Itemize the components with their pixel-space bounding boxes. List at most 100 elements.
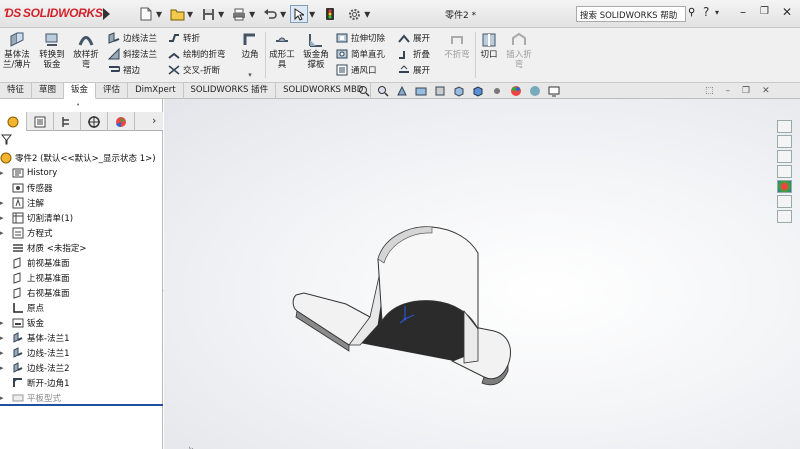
extruded-cut-button[interactable]: 拉伸切除 xyxy=(336,32,385,44)
undo-dropdown-icon[interactable]: ▾ xyxy=(280,7,286,21)
feature-manager-tab[interactable] xyxy=(0,112,27,131)
appearances-icon[interactable] xyxy=(777,180,792,193)
zoom-to-fit-icon[interactable] xyxy=(358,85,370,97)
expand-arrow-icon[interactable]: ▸ xyxy=(0,394,8,402)
file-explorer-icon[interactable] xyxy=(777,150,792,163)
no-bends-button[interactable]: 不折弯 xyxy=(440,32,474,60)
doc-close-icon[interactable]: ✕ xyxy=(762,86,770,96)
lofted-bend-button[interactable]: 放样折弯 xyxy=(71,32,101,70)
new-icon[interactable] xyxy=(137,5,155,23)
help-dropdown-icon[interactable]: ▾ xyxy=(715,8,719,17)
tree-item-top-plane[interactable]: 上视基准面 xyxy=(0,270,70,285)
expand-arrow-icon[interactable]: ▸ xyxy=(0,169,8,177)
expand-arrow-icon[interactable]: ▸ xyxy=(0,214,8,222)
expand-arrow-icon[interactable]: ▸ xyxy=(0,319,8,327)
doc-restore-icon[interactable]: ❐ xyxy=(742,86,750,96)
tab-features[interactable]: 特征 xyxy=(0,83,33,99)
filter-icon[interactable] xyxy=(0,134,13,148)
view-settings-icon[interactable] xyxy=(548,85,560,97)
tree-item-equations[interactable]: ▸ 方程式 xyxy=(0,225,53,240)
tree-item-edge-flange1[interactable]: ▸ 边线-法兰1 xyxy=(0,345,69,360)
simple-hole-button[interactable]: 简单直孔 xyxy=(336,48,385,60)
expand-arrow-icon[interactable]: ▸ xyxy=(0,199,8,207)
tree-item-origin[interactable]: 原点 xyxy=(0,300,44,315)
edit-appearance-icon[interactable] xyxy=(510,85,522,97)
hem-button[interactable]: 褶边 xyxy=(108,64,140,76)
save-icon[interactable] xyxy=(199,5,217,23)
flatten-button[interactable]: 展开 xyxy=(398,64,430,76)
tree-item-history[interactable]: ▸ History xyxy=(0,165,57,180)
help-icon[interactable]: ? xyxy=(703,5,709,19)
panel-split-bar[interactable] xyxy=(0,404,163,406)
convert-to-sheet-metal-button[interactable]: 转换到钣金 xyxy=(36,32,68,70)
tab-dimxpert[interactable]: DimXpert xyxy=(128,83,184,99)
vent-button[interactable]: 通风口 xyxy=(336,64,377,76)
graphics-area[interactable] xyxy=(164,99,800,449)
miter-flange-button[interactable]: 斜接法兰 xyxy=(108,48,157,60)
search-icon[interactable]: ⚲ xyxy=(688,7,695,18)
panel-grip[interactable]: • xyxy=(76,101,80,109)
rebuild-icon[interactable] xyxy=(321,5,339,23)
property-manager-tab[interactable] xyxy=(27,112,54,131)
tree-item-annotations[interactable]: ▸ 注解 xyxy=(0,195,44,210)
save-dropdown-icon[interactable]: ▾ xyxy=(218,7,224,21)
corners-dropdown-icon[interactable]: ▾ xyxy=(236,70,264,80)
zoom-to-area-icon[interactable] xyxy=(377,85,389,97)
open-dropdown-icon[interactable]: ▾ xyxy=(187,7,193,21)
tree-root[interactable]: 零件2 (默认<<默认>_显示状态 1>) xyxy=(0,150,156,165)
expand-arrow-icon[interactable]: ▸ xyxy=(0,229,8,237)
options-dropdown-icon[interactable]: ▾ xyxy=(364,7,370,21)
print-icon[interactable] xyxy=(230,5,248,23)
tree-item-break-corner1[interactable]: 断开-边角1 xyxy=(0,375,69,390)
undo-icon[interactable] xyxy=(261,5,279,23)
tree-item-front-plane[interactable]: 前视基准面 xyxy=(0,255,70,270)
tree-item-flat-pattern[interactable]: ▸ 平板型式 xyxy=(0,390,61,405)
minimize-icon[interactable]: – xyxy=(740,5,746,19)
rip-button[interactable]: 切口 xyxy=(477,32,501,60)
tree-item-material[interactable]: 材质 <未指定> xyxy=(0,240,86,255)
display-manager-tab[interactable] xyxy=(108,112,135,131)
gusset-button[interactable]: 钣金角撑板 xyxy=(300,32,332,70)
tab-evaluate[interactable]: 评估 xyxy=(96,83,129,99)
display-style-icon[interactable] xyxy=(472,85,484,97)
expand-menu-arrow-icon[interactable] xyxy=(103,8,110,20)
unfold-button[interactable]: 展开 xyxy=(398,32,430,44)
doc-minimize-icon[interactable]: – xyxy=(726,86,731,96)
panel-more-chevron-icon[interactable]: › xyxy=(152,114,156,127)
configuration-manager-tab[interactable] xyxy=(54,112,81,131)
expand-arrow-icon[interactable]: ▸ xyxy=(0,349,8,357)
options-icon[interactable] xyxy=(345,5,363,23)
tree-item-edge-flange2[interactable]: ▸ 边线-法兰2 xyxy=(0,360,69,375)
previous-view-icon[interactable] xyxy=(396,85,408,97)
edge-flange-button[interactable]: 边线法兰 xyxy=(108,32,157,44)
view-orientation-icon[interactable] xyxy=(453,85,465,97)
select-icon[interactable] xyxy=(290,5,309,23)
corners-button[interactable]: 边角 ▾ xyxy=(236,32,264,80)
close-icon[interactable]: ✕ xyxy=(782,5,792,19)
doc-expand-icon[interactable]: ⬚ xyxy=(705,86,714,96)
custom-properties-icon[interactable] xyxy=(777,195,792,208)
jog-button[interactable]: 转折 xyxy=(168,32,200,44)
dynamic-annotation-icon[interactable] xyxy=(434,85,446,97)
section-view-icon[interactable] xyxy=(415,85,427,97)
tree-item-cut-list[interactable]: ▸ 切割清单(1) xyxy=(0,210,73,225)
tree-item-base-flange1[interactable]: ▸ 基体-法兰1 xyxy=(0,330,69,345)
expand-arrow-icon[interactable]: ▸ xyxy=(0,334,8,342)
tree-item-sensors[interactable]: 传感器 xyxy=(0,180,53,195)
fold-button[interactable]: 折叠 xyxy=(398,48,430,60)
restore-icon[interactable]: ❐ xyxy=(760,6,769,17)
base-flange-button[interactable]: 基体法兰/薄片 xyxy=(2,32,32,70)
cross-break-button[interactable]: 交叉-折断 xyxy=(168,64,220,76)
tab-sketch[interactable]: 草图 xyxy=(32,83,65,99)
view-palette-icon[interactable] xyxy=(777,165,792,178)
new-dropdown-icon[interactable]: ▾ xyxy=(156,7,162,21)
part-model[interactable] xyxy=(164,99,800,449)
forum-icon[interactable] xyxy=(777,210,792,223)
dimxpert-manager-tab[interactable] xyxy=(81,112,108,131)
tab-sheet-metal[interactable]: 钣金 xyxy=(64,83,97,99)
tree-item-sheet-metal[interactable]: ▸ 钣金 xyxy=(0,315,44,330)
design-library-icon[interactable] xyxy=(777,135,792,148)
print-dropdown-icon[interactable]: ▾ xyxy=(249,7,255,21)
sketched-bend-button[interactable]: 绘制的折弯 xyxy=(168,48,226,60)
forming-tool-button[interactable]: 成形工具 xyxy=(267,32,297,70)
